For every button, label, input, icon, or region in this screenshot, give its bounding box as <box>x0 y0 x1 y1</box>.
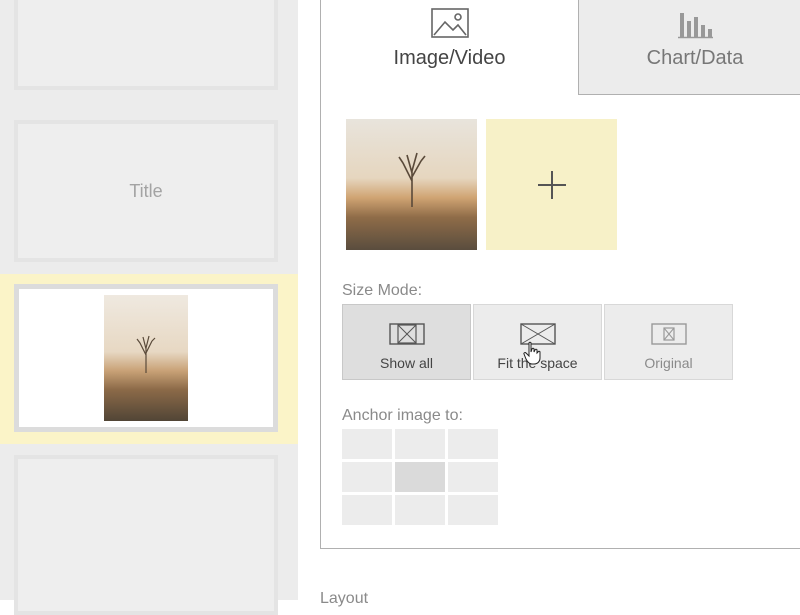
size-mode-show-all-label: Show all <box>380 355 433 371</box>
slide-thumbnail-3[interactable] <box>14 284 278 432</box>
bar-chart-icon <box>678 13 713 39</box>
slide-sidebar: Title <box>0 0 298 615</box>
size-mode-original-label: Original <box>644 355 693 371</box>
anchor-top-center[interactable] <box>395 429 445 459</box>
anchor-top-left[interactable] <box>342 429 392 459</box>
anchor-middle-left[interactable] <box>342 462 392 492</box>
plus-icon <box>537 170 566 199</box>
anchor-bottom-right[interactable] <box>448 495 498 525</box>
slide-thumbnail-2[interactable]: Title <box>14 120 278 262</box>
tree-image <box>397 152 426 207</box>
hand-cursor-icon <box>523 341 541 365</box>
size-mode-show-all-button[interactable]: Show all <box>342 304 471 380</box>
slide-title-text: Title <box>129 180 163 201</box>
anchor-bottom-center[interactable] <box>395 495 445 525</box>
tab-image-video[interactable]: Image/Video <box>321 0 578 95</box>
image-icon <box>430 8 469 38</box>
anchor-image-label: Anchor image to: <box>342 407 463 424</box>
original-size-icon <box>650 323 687 345</box>
tree-image <box>136 335 156 373</box>
anchor-middle-center[interactable] <box>395 462 445 492</box>
layout-section-label: Layout <box>320 590 369 607</box>
add-media-button[interactable] <box>486 119 617 250</box>
show-all-icon <box>388 323 425 345</box>
slide-thumbnail-1[interactable] <box>14 0 278 90</box>
size-mode-label: Size Mode: <box>342 282 423 299</box>
anchor-middle-right[interactable] <box>448 462 498 492</box>
tab-chart-data-label: Chart/Data <box>646 47 744 69</box>
slide-thumbnail-4[interactable] <box>14 455 278 615</box>
tab-chart-data[interactable]: Chart/Data <box>578 0 800 95</box>
anchor-top-right[interactable] <box>448 429 498 459</box>
media-thumbnail[interactable] <box>346 119 477 250</box>
size-mode-original-button[interactable]: Original <box>604 304 733 380</box>
slide-image <box>104 295 188 421</box>
anchor-bottom-left[interactable] <box>342 495 392 525</box>
tab-image-video-label: Image/Video <box>393 47 506 69</box>
anchor-grid <box>342 429 499 526</box>
